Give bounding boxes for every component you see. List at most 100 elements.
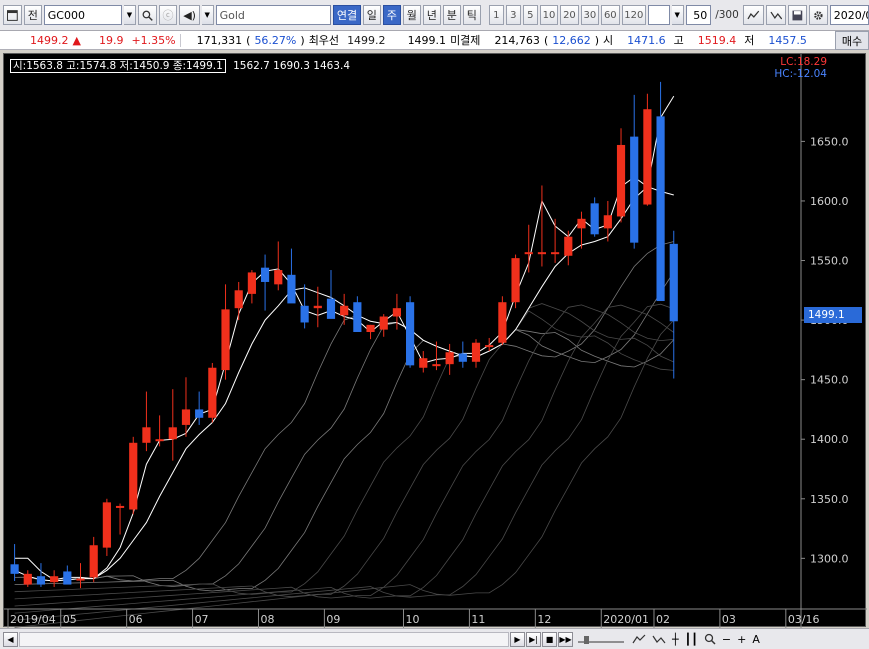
interval-5[interactable]: 5 (522, 5, 538, 25)
interval-10[interactable]: 10 (539, 5, 559, 25)
save-icon[interactable] (788, 5, 807, 25)
candlestick-chart: 1300.01350.01400.01450.01500.01550.01600… (4, 54, 867, 628)
speaker-icon[interactable]: ◀) (179, 5, 200, 25)
speaker-dropdown-icon[interactable]: ▼ (201, 5, 214, 25)
x-tick-label: 09 (326, 613, 340, 626)
count-total-label: /300 (715, 9, 739, 21)
candle-body (406, 302, 415, 366)
tab-minute[interactable]: 분 (442, 5, 461, 25)
candle-body (603, 215, 612, 229)
candle-body (115, 505, 125, 508)
candle-body (129, 442, 138, 510)
symbol-dropdown-icon[interactable]: ▼ (124, 5, 136, 25)
candle-body (142, 427, 151, 443)
search-icon[interactable] (137, 5, 157, 25)
current-price-tag: 1499.1 (804, 307, 862, 323)
y-tick-label: 1650.0 (810, 135, 849, 148)
tab-tick[interactable]: 틱 (462, 5, 481, 25)
x-tick-label: 12 (537, 613, 551, 626)
tab-monthly[interactable]: 월 (402, 5, 421, 25)
candle-body (221, 309, 230, 371)
indicator-icon[interactable] (765, 5, 787, 25)
open-label: 시 (603, 34, 614, 47)
tab-weekly[interactable]: 주 (382, 5, 401, 25)
symbol-code-input[interactable]: GC000 (43, 5, 123, 25)
candle-body (300, 305, 309, 323)
count-input[interactable]: 50 (685, 5, 712, 25)
candle-body (392, 308, 401, 317)
line-chart-icon[interactable] (629, 632, 649, 647)
open-interest-change: 12,662 (552, 33, 591, 47)
ma-band-line (14, 310, 674, 595)
interval-dropdown-icon[interactable]: ▼ (671, 5, 684, 25)
link-mode-button[interactable]: 연결 (333, 5, 361, 25)
zoom-slider[interactable] (573, 632, 629, 647)
ma-short-line (14, 95, 675, 581)
candle-body (366, 324, 375, 332)
candle-body (643, 109, 652, 205)
ohlc-values: 시:1563.8 고:1574.8 저:1450.9 종:1499.1 (10, 59, 226, 73)
bar-chart-icon[interactable]: ┃┃ (682, 632, 701, 647)
low-label: 저 (744, 34, 755, 47)
candle-body (471, 342, 481, 362)
chart-bottom-bar: ◀ ▶ ▶| ■ ▶▶ ┼ ┃┃ − + A (0, 628, 869, 649)
tab-yearly[interactable]: 년 (422, 5, 441, 25)
chart-scrollbar[interactable] (19, 631, 509, 647)
date-input[interactable]: 2020/0 (829, 5, 869, 25)
trend-chart-icon[interactable] (649, 632, 669, 647)
y-tick-label: 1350.0 (810, 493, 849, 506)
font-size-button[interactable]: A (749, 632, 763, 647)
interval-120[interactable]: 120 (621, 5, 647, 25)
candle-body (89, 545, 98, 578)
x-tick-label: 11 (471, 613, 485, 626)
fast-forward-icon[interactable]: ▶▶ (558, 631, 573, 647)
scroll-left-icon[interactable]: ◀ (3, 631, 18, 647)
interval-30[interactable]: 30 (580, 5, 600, 25)
tab-daily[interactable]: 일 (362, 5, 381, 25)
x-tick-label: 03/16 (788, 613, 820, 626)
volume: 171,331 (179, 33, 247, 47)
price-change: 19.9 (98, 33, 124, 47)
gear-icon[interactable] (808, 5, 828, 25)
market-selector-button[interactable]: 전 (23, 5, 42, 25)
candle-body (208, 367, 217, 418)
stop-icon[interactable]: ■ (542, 631, 557, 647)
interval-60[interactable]: 60 (601, 5, 620, 25)
x-tick-label: 02 (656, 613, 670, 626)
zoom-out-button[interactable]: − (719, 632, 734, 647)
ma-band-line (14, 241, 674, 582)
symbol-name-field: Gold (215, 5, 332, 25)
candle-body (50, 576, 59, 583)
zoom-icon[interactable] (701, 632, 719, 647)
zoom-in-button[interactable]: + (734, 632, 749, 647)
x-tick-label: 2019/04 (10, 613, 56, 626)
compare-chart-icon[interactable] (742, 5, 764, 25)
ma-band-line (14, 329, 675, 592)
buy-button[interactable]: 매수 (835, 31, 869, 50)
candle-body (260, 267, 270, 282)
interval-20[interactable]: 20 (560, 5, 579, 25)
candle-body (485, 345, 494, 348)
interval-1[interactable]: 1 (488, 5, 504, 25)
crosshair-icon[interactable]: ┼ (669, 632, 682, 647)
play-icon[interactable]: ▶ (510, 631, 525, 647)
candle-body (168, 427, 177, 440)
x-tick-label: 08 (260, 613, 274, 626)
candle-body (630, 136, 639, 243)
ma-band-line (14, 303, 674, 621)
candle-body (76, 578, 85, 581)
candle-body (326, 298, 336, 319)
candle-body (656, 116, 665, 302)
candle-body (195, 409, 204, 418)
candle-body (155, 439, 164, 442)
ohlc-extra-values: 1562.7 1690.3 1463.4 (233, 60, 351, 72)
custom-interval-input[interactable] (648, 5, 670, 25)
high-price: 1519.4 (697, 33, 737, 47)
candle-body (36, 576, 46, 585)
step-forward-icon[interactable]: ▶| (526, 631, 541, 647)
window-icon[interactable] (3, 5, 22, 25)
x-tick-label: 06 (129, 613, 143, 626)
chart-area[interactable]: 1300.01350.01400.01450.01500.01550.01600… (3, 53, 867, 628)
interval-3[interactable]: 3 (505, 5, 521, 25)
compare-icon[interactable]: ⓒ (158, 5, 178, 25)
